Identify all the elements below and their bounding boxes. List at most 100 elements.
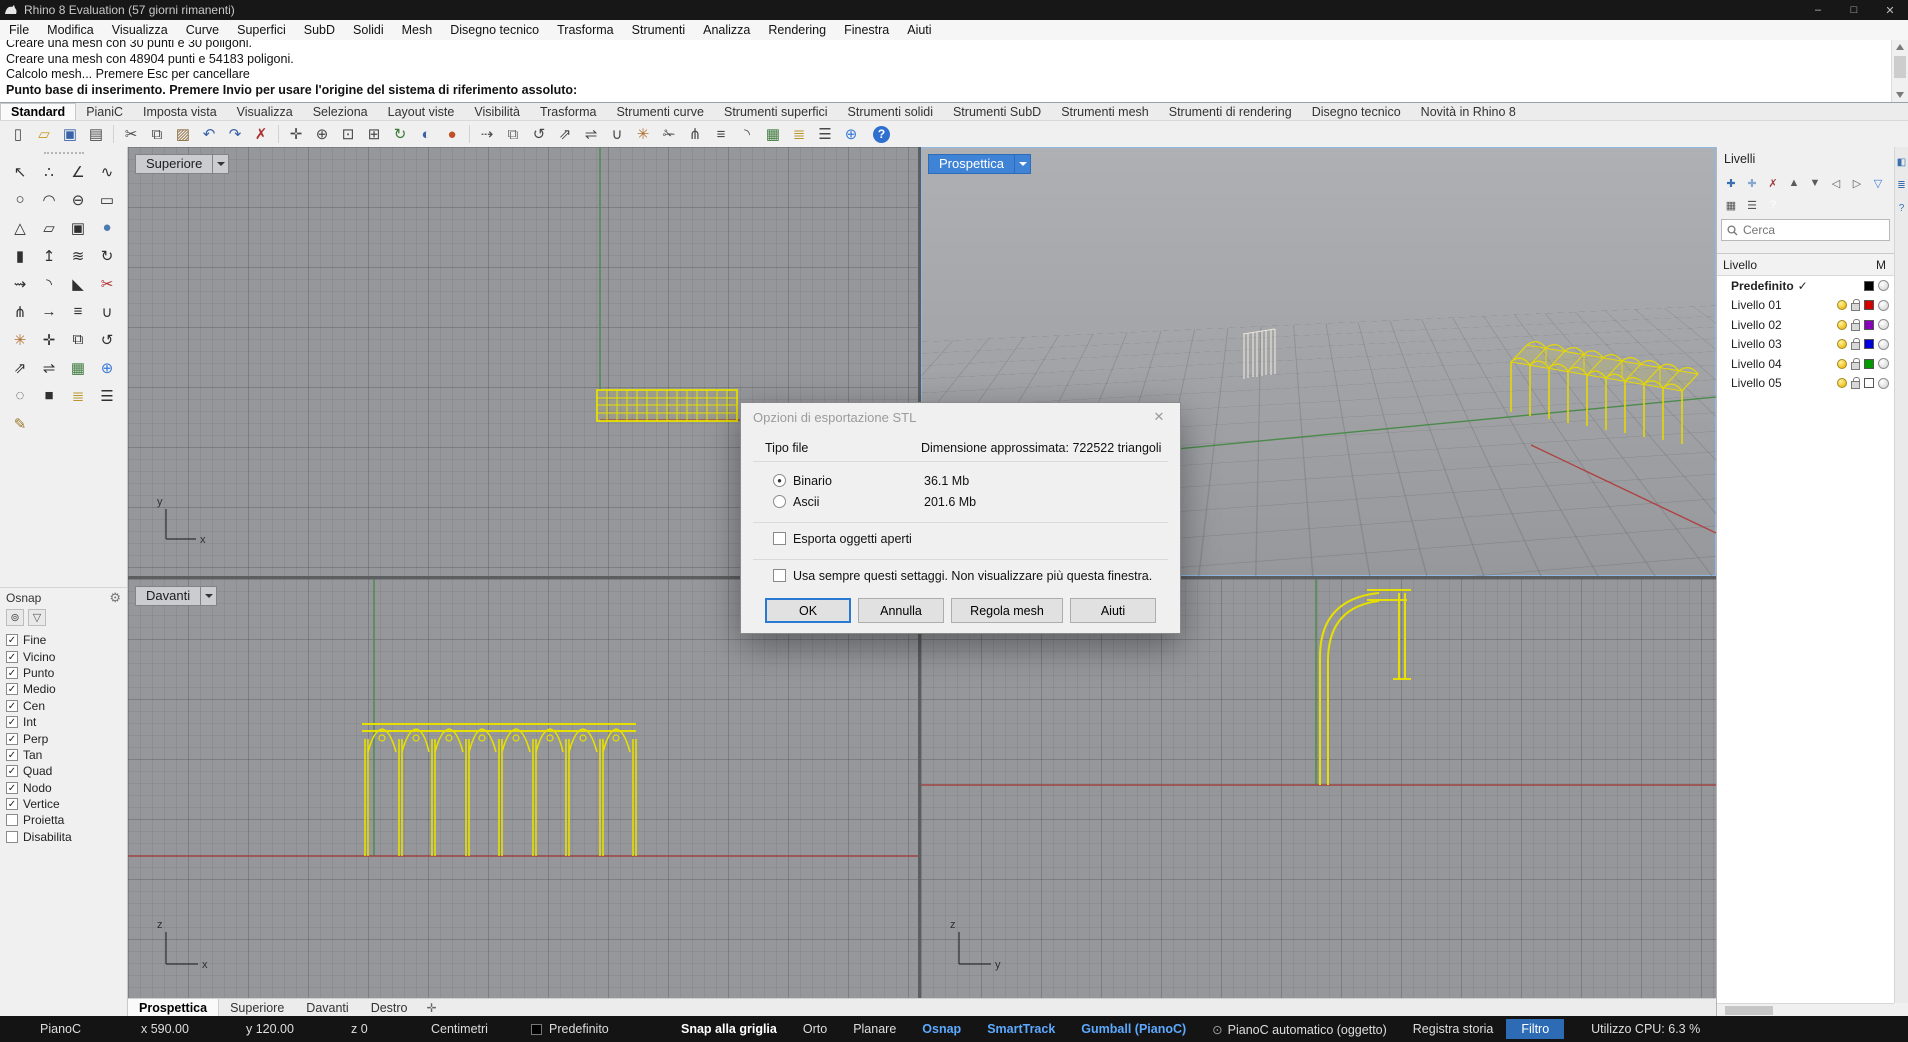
rectangle-icon[interactable]: ▭ bbox=[93, 186, 121, 213]
menu-analizza[interactable]: Analizza bbox=[694, 23, 759, 37]
binary-radio[interactable]: ● bbox=[773, 474, 786, 487]
cplane-auto-toggle[interactable]: ⊙PianoC automatico (oggetto) bbox=[1199, 1022, 1400, 1037]
viewport-title-davanti[interactable]: Davanti bbox=[135, 586, 217, 606]
explode-icon[interactable]: ✳ bbox=[6, 326, 34, 353]
loft-icon[interactable]: ≋ bbox=[64, 242, 92, 269]
command-scrollbar[interactable] bbox=[1891, 40, 1908, 102]
split-icon[interactable]: ⋔ bbox=[6, 298, 34, 325]
osnap-nodo[interactable]: ✓Nodo bbox=[6, 780, 127, 796]
layer-color-swatch[interactable] bbox=[1864, 281, 1874, 291]
gumball-icon[interactable]: ⊕ bbox=[93, 354, 121, 381]
tab-strumenti-solidi[interactable]: Strumenti solidi bbox=[838, 104, 943, 120]
panel-hscrollbar[interactable] bbox=[1717, 1003, 1894, 1016]
gumball-toggle[interactable]: Gumball (PianoC) bbox=[1068, 1022, 1199, 1036]
layer-manager-icon[interactable]: ≣ bbox=[787, 123, 811, 145]
viewport-label[interactable]: Superiore bbox=[135, 154, 213, 174]
checkbox[interactable]: ✓ bbox=[6, 716, 18, 728]
new-layer-icon[interactable]: ✚ bbox=[1722, 174, 1740, 192]
render-icon[interactable]: ● bbox=[440, 123, 464, 145]
vptab-prospettica[interactable]: Prospettica bbox=[128, 999, 219, 1016]
layer-row-livello-02[interactable]: Livello 02 bbox=[1717, 315, 1894, 335]
extrude-icon[interactable]: ↥ bbox=[35, 242, 63, 269]
layer-color-swatch[interactable] bbox=[1864, 339, 1874, 349]
object-properties-icon[interactable]: ☰ bbox=[813, 123, 837, 145]
layers-icon[interactable]: ≣ bbox=[64, 382, 92, 409]
nurbs-arcade-object[interactable] bbox=[1243, 329, 1275, 379]
menu-trasforma[interactable]: Trasforma bbox=[548, 23, 623, 37]
material-icon[interactable] bbox=[1878, 300, 1889, 311]
tab-strumenti-mesh[interactable]: Strumenti mesh bbox=[1051, 104, 1159, 120]
offset-icon[interactable]: ≡ bbox=[709, 123, 733, 145]
scrollbar-thumb[interactable] bbox=[1894, 56, 1906, 78]
lock-open-icon[interactable] bbox=[1851, 342, 1860, 350]
checkbox[interactable]: ✓ bbox=[6, 667, 18, 679]
material-icon[interactable] bbox=[1878, 319, 1889, 330]
layers-list-header[interactable]: Livello M bbox=[1717, 254, 1894, 276]
checkbox[interactable]: ✓ bbox=[6, 798, 18, 810]
checkbox[interactable] bbox=[6, 831, 18, 843]
checkbox[interactable]: ✓ bbox=[6, 765, 18, 777]
viewport-destro[interactable]: z y bbox=[921, 579, 1716, 998]
open-file-icon[interactable]: ▱ bbox=[32, 123, 56, 145]
material-icon[interactable] bbox=[1878, 280, 1889, 291]
osnap-quad[interactable]: ✓Quad bbox=[6, 763, 127, 779]
vptab-destro[interactable]: Destro bbox=[360, 999, 419, 1016]
smarttrack-toggle[interactable]: SmartTrack bbox=[974, 1022, 1068, 1036]
material-icon[interactable] bbox=[1878, 378, 1889, 389]
move-icon[interactable]: ✛ bbox=[35, 326, 63, 353]
checkbox[interactable]: ✓ bbox=[6, 749, 18, 761]
bulb-on-icon[interactable] bbox=[1837, 339, 1847, 349]
lock-icon[interactable]: ■ bbox=[35, 382, 63, 409]
delete-layer-icon[interactable]: ✗ bbox=[1764, 174, 1782, 192]
panel-tab-layers-icon[interactable]: ≣ bbox=[1897, 180, 1905, 191]
selected-mesh-perspective[interactable] bbox=[1511, 342, 1698, 444]
chamfer-icon[interactable]: ◣ bbox=[64, 270, 92, 297]
tab-visualizza[interactable]: Visualizza bbox=[227, 104, 303, 120]
osnap-tan[interactable]: ✓Tan bbox=[6, 747, 127, 763]
osnap-fine[interactable]: ✓Fine bbox=[6, 632, 127, 648]
viewport-title-prospettica[interactable]: Prospettica bbox=[928, 154, 1031, 174]
viewport-davanti[interactable]: z x Davanti bbox=[128, 579, 918, 998]
menu-file[interactable]: File bbox=[0, 23, 38, 37]
osnap-disabilita[interactable]: Disabilita bbox=[6, 829, 127, 845]
viewport-menu-arrow-icon[interactable] bbox=[213, 154, 229, 174]
select-icon[interactable]: ↖ bbox=[6, 158, 34, 185]
detail-view-icon[interactable]: ▦ bbox=[1722, 197, 1740, 213]
paste-icon[interactable]: ▨ bbox=[171, 123, 195, 145]
panel-tab-help-icon[interactable]: ? bbox=[1899, 203, 1905, 214]
lock-open-icon[interactable] bbox=[1851, 303, 1860, 311]
menu-modifica[interactable]: Modifica bbox=[38, 23, 103, 37]
layer-color-swatch[interactable] bbox=[1864, 378, 1874, 388]
scroll-down-icon[interactable] bbox=[1896, 92, 1904, 98]
bulb-on-icon[interactable] bbox=[1837, 300, 1847, 310]
zoom-extents-icon[interactable]: ⊞ bbox=[362, 123, 386, 145]
menu-strumenti[interactable]: Strumenti bbox=[623, 23, 695, 37]
tab-standard[interactable]: Standard bbox=[0, 103, 76, 120]
checkbox[interactable] bbox=[6, 814, 18, 826]
layers-search-input[interactable] bbox=[1743, 223, 1884, 237]
checkbox[interactable]: ✓ bbox=[6, 782, 18, 794]
layer-row-predefinito[interactable]: Predefinito ✓ bbox=[1717, 276, 1894, 296]
extend-icon[interactable]: → bbox=[35, 298, 63, 325]
osnap-medio[interactable]: ✓Medio bbox=[6, 681, 127, 697]
osnap-filter-icon[interactable]: ▽ bbox=[28, 609, 46, 626]
panel-tab-properties-icon[interactable]: ◧ bbox=[1897, 157, 1906, 168]
osnap-target-icon[interactable]: ⊚ bbox=[6, 609, 24, 626]
layer-color-swatch[interactable] bbox=[1864, 359, 1874, 369]
checkbox[interactable]: ✓ bbox=[6, 700, 18, 712]
join-icon[interactable]: ∪ bbox=[605, 123, 629, 145]
command-prompt[interactable]: Punto base di inserimento. Premere Invio… bbox=[6, 83, 1886, 99]
tab-strumenti-subd[interactable]: Strumenti SubD bbox=[943, 104, 1051, 120]
sphere-icon[interactable]: ● bbox=[93, 214, 121, 241]
planar-toggle[interactable]: Planare bbox=[840, 1022, 909, 1036]
array-icon[interactable]: ▦ bbox=[64, 354, 92, 381]
circle-icon[interactable]: ○ bbox=[6, 186, 34, 213]
dimension-icon[interactable]: ✎ bbox=[6, 410, 34, 437]
tab-strumenti-superfici[interactable]: Strumenti superfici bbox=[714, 104, 838, 120]
cplane-button[interactable]: PianoC bbox=[0, 1022, 128, 1036]
tab-strumenti-curve[interactable]: Strumenti curve bbox=[606, 104, 714, 120]
adjust-mesh-button[interactable]: Regola mesh bbox=[951, 598, 1063, 623]
box-icon[interactable]: ▣ bbox=[64, 214, 92, 241]
osnap-settings-icon[interactable]: ⚙ bbox=[109, 590, 121, 606]
viewport-label[interactable]: Prospettica bbox=[928, 154, 1015, 174]
